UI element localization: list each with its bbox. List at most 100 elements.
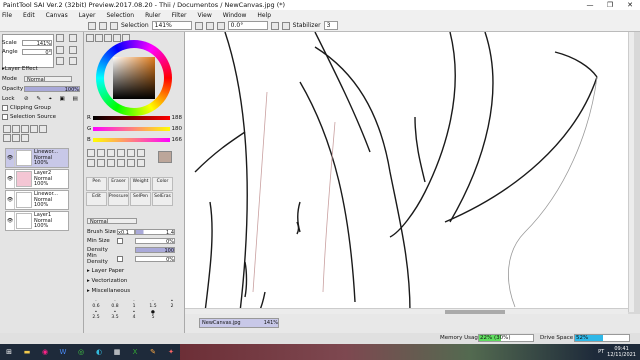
stabilizer-field[interactable]: 3 [323, 21, 338, 30]
min-size-slider[interactable]: 0% [135, 238, 175, 245]
angle-value[interactable]: 0° [22, 49, 52, 56]
shape-icon[interactable] [137, 159, 145, 167]
minimize-button[interactable]: — [580, 1, 600, 9]
text-icon[interactable] [137, 149, 145, 157]
nav-zoom-in-icon[interactable] [56, 34, 64, 42]
hide-selection-icon[interactable] [110, 21, 118, 30]
eye-icon[interactable]: 👁 [6, 191, 15, 209]
lock-icons[interactable]: ⊘ ✎ ⌖ ▣ ▤ [24, 96, 81, 103]
bucket-icon[interactable] [127, 159, 135, 167]
drawing-canvas[interactable] [185, 32, 634, 312]
zoom-field[interactable]: 141% [151, 21, 192, 30]
eye-icon[interactable]: 👁 [6, 170, 15, 188]
brush-mode-select[interactable]: Normal [87, 218, 137, 225]
current-color-swatch[interactable] [158, 151, 172, 163]
menu-edit[interactable]: Edit [23, 12, 35, 19]
delete-layer-icon[interactable] [12, 134, 20, 142]
sai-icon[interactable]: ✦ [163, 346, 179, 358]
menu-filter[interactable]: Filter [172, 12, 187, 19]
hand-icon[interactable] [87, 159, 95, 167]
layer-mask-icon[interactable] [21, 134, 29, 142]
invert-selection-icon[interactable] [99, 21, 107, 30]
clipping-group-checkbox[interactable] [2, 105, 8, 111]
seleraser-tool[interactable]: SelEras [152, 192, 173, 206]
preset-size[interactable]: • 4 [125, 310, 143, 320]
canvas-tab[interactable]: NewCanvas.jpg 141% [199, 318, 279, 328]
word-icon[interactable]: W [55, 346, 71, 358]
move-icon[interactable] [117, 149, 125, 157]
vertical-scrollbar[interactable] [628, 32, 634, 312]
edge-icon[interactable]: ◐ [91, 346, 107, 358]
color-tool[interactable]: Color [152, 177, 173, 191]
lasso-icon[interactable] [97, 149, 105, 157]
menu-window[interactable]: Window [223, 12, 247, 19]
pressure-tool[interactable]: Pressure [108, 192, 129, 206]
new-linework-icon[interactable] [12, 125, 20, 133]
app-icon[interactable]: ◉ [37, 346, 53, 358]
merge-layer-icon[interactable] [39, 125, 47, 133]
clipping-group-row[interactable]: Clipping Group [2, 104, 51, 112]
rotate-icon[interactable] [107, 159, 115, 167]
new-layer-icon[interactable] [3, 125, 11, 133]
edit-tool[interactable]: Edit [86, 192, 107, 206]
preset-size[interactable]: · 1.5 [144, 299, 162, 309]
preset-size[interactable]: ● 5 [144, 310, 162, 320]
preset-size[interactable]: • 3.5 [106, 310, 124, 320]
blend-mode-select[interactable]: Normal [24, 76, 72, 83]
pen-tool[interactable]: Pen [86, 177, 107, 191]
preset-size[interactable]: • 2.5 [87, 310, 105, 320]
green-value[interactable]: 180 [172, 126, 183, 132]
menu-help[interactable]: Help [257, 12, 271, 19]
min-size-checkbox[interactable] [117, 238, 123, 244]
layer-effect-header[interactable]: ▸ Layer Effect [2, 65, 38, 73]
swatches-icon[interactable] [113, 34, 121, 42]
flip-icon[interactable] [281, 21, 290, 30]
nav-reset-icon[interactable] [68, 45, 77, 54]
clear-layer-icon[interactable] [3, 134, 11, 142]
file-explorer-icon[interactable]: ▬ [19, 346, 35, 358]
magic-wand-icon[interactable] [107, 149, 115, 157]
rgb-slider-icon[interactable] [95, 34, 103, 42]
color-wheel[interactable] [96, 40, 172, 116]
layer-item[interactable]: 👁 Linewor... Normal 100% [5, 148, 69, 168]
maximize-button[interactable]: ❐ [600, 1, 620, 9]
copy-layer-icon[interactable] [30, 125, 38, 133]
store-icon[interactable]: ▦ [109, 346, 125, 358]
eyedropper-icon[interactable] [127, 149, 135, 157]
paint-icon[interactable]: ✎ [145, 346, 161, 358]
layer-paper-section[interactable]: ▸ Layer Paper [87, 268, 124, 274]
weight-tool[interactable]: Weight [130, 177, 151, 191]
saturation-value-box[interactable] [113, 57, 155, 99]
menu-file[interactable]: File [2, 12, 12, 19]
nav-flip-icon[interactable] [56, 57, 64, 66]
menu-selection[interactable]: Selection [106, 12, 134, 19]
layer-item[interactable]: 👁 Layer1 Normal 100% [5, 211, 69, 231]
brush-size-multiplier[interactable]: x0.1 [117, 229, 135, 236]
excel-icon[interactable]: X [127, 346, 143, 358]
clock[interactable]: 09:41 12/11/2021 [607, 346, 636, 358]
layer-item[interactable]: 👁 Linewor... Normal 100% [5, 190, 69, 210]
miscellaneous-section[interactable]: ▸ Miscellaneous [87, 288, 130, 294]
preset-size[interactable]: • 2 [163, 299, 181, 309]
transform-icon[interactable] [117, 159, 125, 167]
nav-fit-icon[interactable] [68, 57, 77, 66]
brush-size-slider[interactable]: 1.4 [135, 229, 175, 236]
menu-ruler[interactable]: Ruler [145, 12, 161, 19]
new-folder-icon[interactable] [21, 125, 29, 133]
preset-size[interactable]: · 0.8 [106, 299, 124, 309]
close-button[interactable]: ✕ [620, 1, 640, 9]
nav-zoom-out-icon[interactable] [68, 34, 77, 42]
zoom-in-icon[interactable] [205, 21, 214, 30]
min-density-slider[interactable]: 0% [135, 256, 175, 263]
color-wheel-icon[interactable] [86, 34, 94, 42]
rotate-right-icon[interactable] [270, 21, 279, 30]
eye-icon[interactable]: 👁 [6, 149, 15, 167]
menu-canvas[interactable]: Canvas [46, 12, 68, 19]
chrome-icon[interactable]: ◎ [73, 346, 89, 358]
language-indicator[interactable]: PT [598, 349, 604, 355]
eraser-tool[interactable]: Eraser [108, 177, 129, 191]
selection-source-row[interactable]: Selection Source [2, 113, 56, 121]
blue-slider[interactable] [92, 138, 170, 142]
hsv-slider-icon[interactable] [104, 34, 112, 42]
menu-layer[interactable]: Layer [79, 12, 96, 19]
